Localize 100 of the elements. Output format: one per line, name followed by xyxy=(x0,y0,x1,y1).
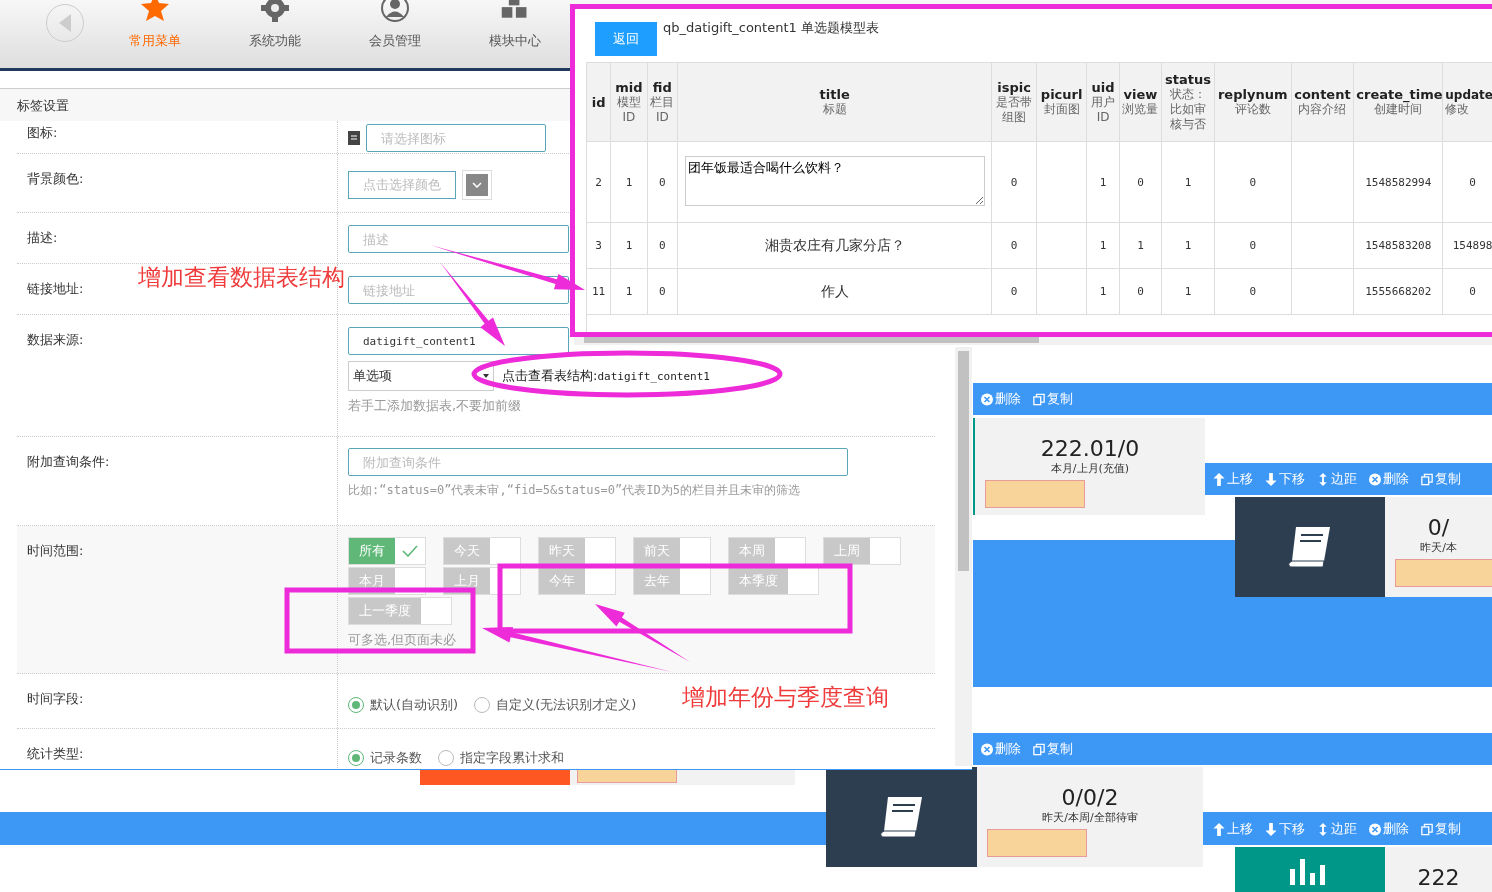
toolbar-button[interactable]: 复制 xyxy=(1033,390,1073,408)
toolbar-button[interactable]: 删除 xyxy=(981,740,1021,758)
arrow-up-icon xyxy=(1213,822,1225,836)
table-cell: 0 xyxy=(1119,268,1162,315)
toolbar-button[interactable]: 下移 xyxy=(1265,820,1305,838)
toolbar-button[interactable]: 下移 xyxy=(1265,470,1305,488)
table-cell: 1 xyxy=(1161,222,1215,269)
triangle-left-icon xyxy=(59,14,71,32)
close-icon xyxy=(1369,472,1381,486)
table-cell: 0 xyxy=(1119,141,1162,223)
scrollbar[interactable] xyxy=(574,335,1492,345)
table-cell xyxy=(1291,268,1354,315)
hint-text: 若手工添加数据表,不要加前缀 xyxy=(348,397,523,415)
table-cell: 0 xyxy=(647,222,678,269)
radio-button[interactable] xyxy=(348,750,364,766)
chevron-down-icon xyxy=(472,182,482,188)
radio-button[interactable] xyxy=(474,697,491,713)
column-header: status 状态：比如审核与否 xyxy=(1161,62,1215,142)
close-icon xyxy=(981,392,993,406)
data-source-field[interactable]: datigift_content1 xyxy=(348,327,569,355)
table-cell: 0 xyxy=(991,268,1037,315)
table-cell: 作人 xyxy=(677,268,992,315)
toolbar-button[interactable]: 删除 xyxy=(981,390,1021,408)
radio-button[interactable] xyxy=(438,750,454,766)
table-cell: 1 xyxy=(1086,268,1120,315)
annotation-text: 增加查看数据表结构 xyxy=(138,263,345,292)
star-icon xyxy=(140,0,170,22)
column-header: content 内容介绍 xyxy=(1291,62,1354,142)
radio-button[interactable] xyxy=(348,697,364,713)
scrollbar[interactable] xyxy=(955,347,972,766)
column-header: mid 模型ID xyxy=(610,62,648,142)
annotation-text: 增加年份与季度查询 xyxy=(682,683,889,712)
radio-label: 默认(自动识别) xyxy=(370,696,459,714)
nav-item[interactable]: 模块中心 xyxy=(465,0,565,68)
pick-color-button[interactable]: 点击选择颜色 xyxy=(348,171,456,199)
caret-icon xyxy=(483,374,489,378)
copy-icon xyxy=(1033,392,1045,406)
time-range-tag[interactable]: 所有 xyxy=(348,537,426,565)
toolbar-button[interactable]: 删除 xyxy=(1369,820,1409,838)
table-cell: 0 xyxy=(1214,222,1292,269)
table-title: qb_datigift_content1 单选题模型表 xyxy=(663,19,879,37)
nav-item[interactable]: 常用菜单 xyxy=(105,0,205,68)
table-cell: 0 xyxy=(647,141,678,223)
toolbar-button[interactable]: 上移 xyxy=(1213,470,1253,488)
up-down-arrow-icon xyxy=(1317,472,1329,486)
nav-item[interactable]: 系统功能 xyxy=(225,0,325,68)
column-header: view 浏览量 xyxy=(1119,62,1162,142)
stat-value: 0/ xyxy=(1427,515,1450,540)
table-cell: 1 xyxy=(1086,222,1120,269)
text-field[interactable]: 链接地址 xyxy=(348,276,569,304)
toolbar-button[interactable]: 边距 xyxy=(1317,820,1357,838)
up-down-arrow-icon xyxy=(1317,822,1329,836)
table-cell: 1 xyxy=(610,222,648,269)
toolbar-button[interactable]: 复制 xyxy=(1033,740,1073,758)
column-header: create_time 创建时间 xyxy=(1353,62,1443,142)
toolbar-button[interactable]: 上移 xyxy=(1213,820,1253,838)
table-cell: 1 xyxy=(1086,141,1120,223)
document-icon xyxy=(348,131,360,145)
toolbar-button[interactable]: 复制 xyxy=(1421,470,1461,488)
arrow-down-icon xyxy=(1265,822,1277,836)
column-header: uid 用户ID xyxy=(1086,62,1120,142)
stat-caption: 本月/上月(充值) xyxy=(1050,461,1130,476)
resize-box[interactable] xyxy=(987,829,1087,857)
text-field[interactable]: 描述 xyxy=(348,225,569,253)
resize-box[interactable] xyxy=(985,480,1085,508)
table-cell: 2 xyxy=(586,141,611,223)
table-cell xyxy=(1036,222,1087,269)
title-textarea[interactable]: 团年饭最适合喝什么饮料？ xyxy=(684,155,985,206)
column-header: id xyxy=(586,62,611,142)
close-icon xyxy=(1369,822,1381,836)
column-header: replynum 评论数 xyxy=(1214,62,1292,142)
text-field[interactable]: 附加查询条件 xyxy=(348,448,848,476)
icon-field[interactable]: 请选择图标 xyxy=(366,124,546,152)
toolbar-button[interactable]: 边距 xyxy=(1317,470,1357,488)
table-cell: 0 xyxy=(991,141,1037,223)
table-cell: 0 xyxy=(1214,268,1292,315)
type-select[interactable]: 单选项 xyxy=(348,361,494,391)
stat-caption: 昨天/本 xyxy=(1420,540,1457,555)
back-button[interactable]: 返回 xyxy=(595,22,657,56)
table-cell: 湘贵农庄有几家分店？ xyxy=(677,222,992,269)
table-cell: 3 xyxy=(586,222,611,269)
field-label: 背景颜色: xyxy=(17,154,338,212)
column-header: title 标题 xyxy=(677,62,992,142)
toolbar-button[interactable]: 删除 xyxy=(1369,470,1409,488)
table-cell: 1 xyxy=(610,141,648,223)
toolbar-button[interactable]: 复制 xyxy=(1421,820,1461,838)
table-cell: 1555668202 xyxy=(1353,268,1443,315)
stat-caption: 昨天/本周/全部待审 xyxy=(1042,810,1138,825)
stat-value: 222.01/0 xyxy=(1040,436,1140,461)
field-label: 附加查询条件: xyxy=(17,437,338,525)
dropdown-toggle[interactable] xyxy=(462,170,492,200)
gear-icon xyxy=(260,0,290,22)
hint-text: 可多选,但页面未必 xyxy=(348,631,458,649)
field-label: 时间范围: xyxy=(17,526,338,673)
nav-item[interactable]: 会员管理 xyxy=(345,0,445,68)
close-icon xyxy=(981,742,993,756)
table-cell: 0 xyxy=(1214,141,1292,223)
view-structure-link[interactable]: 点击查看表结构:datigift_content1 xyxy=(502,367,710,385)
field-label: 统计类型: xyxy=(17,729,338,769)
resize-box[interactable] xyxy=(1395,559,1492,587)
